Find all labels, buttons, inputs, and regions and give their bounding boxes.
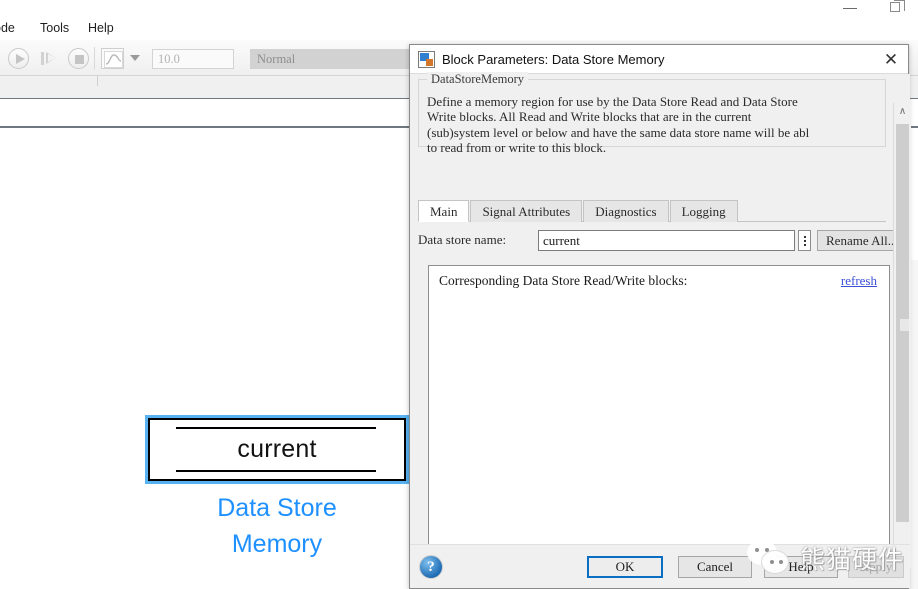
menu-item-help[interactable]: Help — [84, 19, 118, 37]
screen: ode Tools Help 10.0 Normal — [0, 0, 918, 589]
menu-item-code[interactable]: ode — [0, 19, 19, 37]
stop-time-field[interactable]: 10.0 — [152, 49, 234, 69]
dialog-vscroll-track[interactable] — [894, 120, 911, 551]
menubar: ode Tools Help — [0, 16, 918, 40]
corresponding-blocks-heading: Corresponding Data Store Read/Write bloc… — [439, 273, 688, 288]
dialog-body: DataStoreMemory Define a memory region f… — [410, 72, 911, 568]
chevron-down-icon[interactable] — [130, 55, 140, 61]
dialog-vscroll-thumb[interactable] — [896, 124, 909, 522]
refresh-link[interactable]: refresh — [841, 273, 877, 289]
help-button[interactable]: Help — [764, 556, 838, 578]
tab-signal-attributes[interactable]: Signal Attributes — [470, 200, 583, 222]
scroll-up-icon[interactable]: ∧ — [894, 103, 911, 120]
block-caption: Data Store Memory — [148, 490, 406, 562]
help-icon[interactable]: ? — [419, 555, 443, 579]
minimize-icon[interactable] — [836, 0, 866, 16]
tab-logging[interactable]: Logging — [669, 200, 738, 222]
close-icon[interactable]: ✕ — [878, 48, 904, 71]
block-parameters-dialog: Block Parameters: Data Store Memory ✕ Da… — [409, 44, 911, 589]
block-caption-line-2: Memory — [231, 530, 323, 558]
block-caption-line-1: Data Store — [217, 494, 337, 522]
simulink-block-icon — [418, 51, 435, 68]
data-store-memory-block[interactable]: current — [148, 418, 406, 481]
vertical-dots-icon[interactable] — [798, 230, 811, 251]
run-icon[interactable] — [8, 48, 29, 69]
apply-button: Apply — [848, 556, 904, 578]
data-store-name-row: Data store name: Rename All... — [418, 230, 907, 252]
stop-icon[interactable] — [68, 48, 89, 69]
window-titlebar — [0, 0, 918, 16]
menu-item-tools[interactable]: Tools — [36, 19, 73, 37]
dialog-titlebar: Block Parameters: Data Store Memory ✕ — [410, 45, 908, 74]
dialog-title: Block Parameters: Data Store Memory — [442, 52, 665, 67]
data-store-name-label: Data store name: — [418, 232, 507, 247]
corresponding-blocks-panel: Corresponding Data Store Read/Write bloc… — [428, 265, 890, 556]
dialog-footer: ? OK Cancel Help Apply — [410, 544, 910, 588]
description-text: Define a memory region for use by the Da… — [427, 94, 810, 155]
description-group: DataStoreMemory Define a memory region f… — [418, 72, 886, 155]
tab-diagnostics[interactable]: Diagnostics — [583, 200, 669, 222]
dialog-vertical-scrollbar[interactable]: ∧ ∨ — [893, 103, 911, 568]
description-legend: DataStoreMemory — [427, 72, 529, 87]
cancel-button[interactable]: Cancel — [678, 556, 752, 578]
data-store-name-input[interactable] — [538, 230, 795, 251]
tab-main[interactable]: Main — [418, 200, 470, 222]
block-bottom-rule — [176, 470, 376, 472]
restore-icon[interactable] — [882, 0, 912, 16]
ok-button[interactable]: OK — [587, 556, 663, 578]
tabbar: Main Signal Attributes Diagnostics Loggi… — [418, 200, 886, 222]
step-forward-icon[interactable] — [38, 48, 60, 69]
simulation-mode-select[interactable]: Normal — [250, 49, 410, 69]
scope-icon[interactable] — [101, 48, 124, 69]
